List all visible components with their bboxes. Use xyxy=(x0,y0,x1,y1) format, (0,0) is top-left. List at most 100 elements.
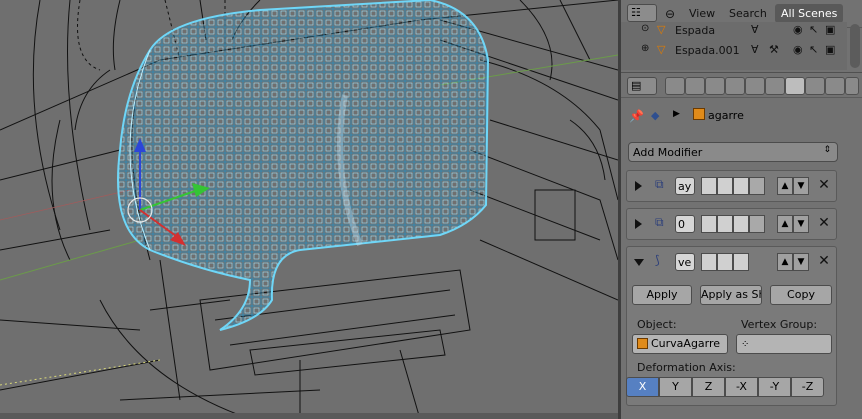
cage-toggle-icon[interactable] xyxy=(749,215,765,233)
select-cursor-icon[interactable]: ↖ xyxy=(809,23,818,36)
expand-arrow-icon[interactable] xyxy=(635,219,642,229)
modifier-name-field[interactable]: ay xyxy=(675,177,695,195)
add-modifier-dropdown[interactable]: Add Modifier ⇕ xyxy=(628,142,838,162)
viewport-eye-toggle-icon[interactable] xyxy=(717,215,733,233)
outliner-list: ⊙ ▽ Espada ∀ ◉ ↖ ▣ ⊕ ▽ Espada.001 ∀ ⚒ ◉ … xyxy=(621,22,847,70)
object-data-icon: ◆ xyxy=(651,109,660,122)
close-icon[interactable]: ✕ xyxy=(817,253,831,271)
axis-neg-z-button[interactable]: -Z xyxy=(791,377,824,397)
viewport-eye-toggle-icon[interactable] xyxy=(717,177,733,195)
render-toggle-icon[interactable] xyxy=(701,177,717,195)
search-menu[interactable]: Search xyxy=(729,7,767,20)
array-modifier-icon: ⧉ xyxy=(655,177,664,191)
axis-x-button[interactable]: X xyxy=(626,377,659,397)
list-item[interactable]: ⊙ ▽ Espada ∀ ◉ ↖ ▣ xyxy=(621,22,847,40)
data-tab-icon[interactable] xyxy=(805,77,825,95)
viewport-eye-toggle-icon[interactable] xyxy=(717,253,733,271)
apply-as-shape-button[interactable]: Apply as Sh xyxy=(700,285,762,305)
render-layers-tab-icon[interactable] xyxy=(685,77,705,95)
add-modifier-label: Add Modifier xyxy=(633,146,703,159)
editor-type-button[interactable]: ▤ xyxy=(627,77,657,95)
reorder-arrows: ▲ ▼ xyxy=(777,177,809,195)
modifier-name-field[interactable]: ve xyxy=(675,253,695,271)
deformation-axis-selector: X Y Z -X -Y -Z xyxy=(626,377,824,397)
select-cursor-icon[interactable]: ↖ xyxy=(809,43,818,56)
properties-icon: ▤ xyxy=(631,79,642,92)
render-toggle-icon[interactable] xyxy=(701,215,717,233)
object-icon: ▽ xyxy=(657,23,666,36)
move-up-icon[interactable]: ▲ xyxy=(777,177,793,195)
right-panel: ☷ ⊖ View Search All Scenes ⊙ ▽ Espada ∀ … xyxy=(621,0,862,419)
object-label: Object: xyxy=(637,318,677,331)
move-up-icon[interactable]: ▲ xyxy=(777,253,793,271)
list-item[interactable]: ⊕ ▽ Espada.001 ∀ ⚒ ◉ ↖ ▣ xyxy=(621,42,847,60)
object-tab-icon[interactable] xyxy=(745,77,765,95)
expand-arrow-icon[interactable] xyxy=(635,181,642,191)
material-tab-icon[interactable] xyxy=(825,77,845,95)
collapse-arrow-icon[interactable] xyxy=(634,259,644,266)
expand-icon[interactable]: ⊕ xyxy=(641,43,649,54)
render-toggle-icon[interactable] xyxy=(701,253,717,271)
modifier-name-field[interactable]: 0 xyxy=(675,215,695,233)
collapse-menu-icon[interactable]: ⊖ xyxy=(665,7,675,21)
modifier-toggles xyxy=(701,215,765,233)
pin-icon[interactable]: 📌 xyxy=(629,109,644,123)
editmode-toggle-icon[interactable] xyxy=(733,215,749,233)
view-menu[interactable]: View xyxy=(689,7,715,20)
scene-filter-dropdown[interactable]: All Scenes xyxy=(775,4,844,23)
vertex-group-field[interactable]: ⁘ xyxy=(736,334,832,354)
reorder-arrows: ▲ ▼ xyxy=(777,253,809,271)
object-cube-icon xyxy=(693,108,705,120)
curve-object-value: CurvaAgarre xyxy=(651,337,721,350)
move-down-icon[interactable]: ▼ xyxy=(793,177,809,195)
move-down-icon[interactable]: ▼ xyxy=(793,215,809,233)
axis-z-button[interactable]: Z xyxy=(692,377,725,397)
visibility-eye-icon[interactable]: ◉ xyxy=(793,43,803,56)
vertex-group-label: Vertex Group: xyxy=(741,318,818,331)
object-icon: ▽ xyxy=(657,43,666,56)
editmode-toggle-icon[interactable] xyxy=(733,177,749,195)
reorder-arrows: ▲ ▼ xyxy=(777,215,809,233)
modifiers-wrench-tab-icon[interactable] xyxy=(785,77,805,95)
outliner: ☷ ⊖ View Search All Scenes ⊙ ▽ Espada ∀ … xyxy=(621,0,862,70)
axis-y-button[interactable]: Y xyxy=(659,377,692,397)
chevron-right-icon: ▶ xyxy=(673,109,680,119)
move-down-icon[interactable]: ▼ xyxy=(793,253,809,271)
breadcrumb: 📌 ◆ ▶ agarre xyxy=(621,100,862,130)
modifier-wrench-icon: ⚒ xyxy=(769,43,779,56)
properties-header: ▤ xyxy=(621,72,862,98)
visibility-eye-icon[interactable]: ◉ xyxy=(793,23,803,36)
scene-tab-icon[interactable] xyxy=(705,77,725,95)
outliner-item-name: Espada xyxy=(675,24,716,37)
outliner-icon: ☷ xyxy=(631,6,641,19)
mesh-icon: ∀ xyxy=(751,23,759,36)
copy-button[interactable]: Copy xyxy=(770,285,832,305)
render-camera-icon[interactable]: ▣ xyxy=(825,43,835,56)
move-up-icon[interactable]: ▲ xyxy=(777,215,793,233)
modifier-toggles xyxy=(701,253,749,271)
close-icon[interactable]: ✕ xyxy=(817,177,831,195)
grid-x-axis xyxy=(0,189,131,221)
editor-type-button[interactable]: ☷ xyxy=(627,4,657,22)
render-tab-icon[interactable] xyxy=(665,77,685,95)
dashed-curve xyxy=(0,359,161,386)
editmode-toggle-icon[interactable] xyxy=(733,253,749,271)
apply-button[interactable]: Apply xyxy=(632,285,692,305)
modifier-panel-array-2: ⧉ 0 ▲ ▼ ✕ xyxy=(626,208,837,240)
expand-icon[interactable]: ⊙ xyxy=(641,23,649,34)
vertex-group-icon: ⁘ xyxy=(741,339,750,350)
outliner-scrollbar[interactable] xyxy=(850,24,860,68)
cage-toggle-icon[interactable] xyxy=(749,177,765,195)
curve-object-field[interactable]: CurvaAgarre xyxy=(632,334,728,354)
outliner-item-name: Espada.001 xyxy=(675,44,740,57)
render-camera-icon[interactable]: ▣ xyxy=(825,23,835,36)
3d-viewport[interactable] xyxy=(0,0,618,419)
texture-tab-icon[interactable] xyxy=(845,77,859,95)
world-tab-icon[interactable] xyxy=(725,77,745,95)
close-icon[interactable]: ✕ xyxy=(817,215,831,233)
selected-mesh[interactable] xyxy=(117,0,490,331)
constraints-tab-icon[interactable] xyxy=(765,77,785,95)
axis-neg-y-button[interactable]: -Y xyxy=(758,377,791,397)
axis-neg-x-button[interactable]: -X xyxy=(725,377,758,397)
viewport-footer-strip xyxy=(0,413,618,419)
